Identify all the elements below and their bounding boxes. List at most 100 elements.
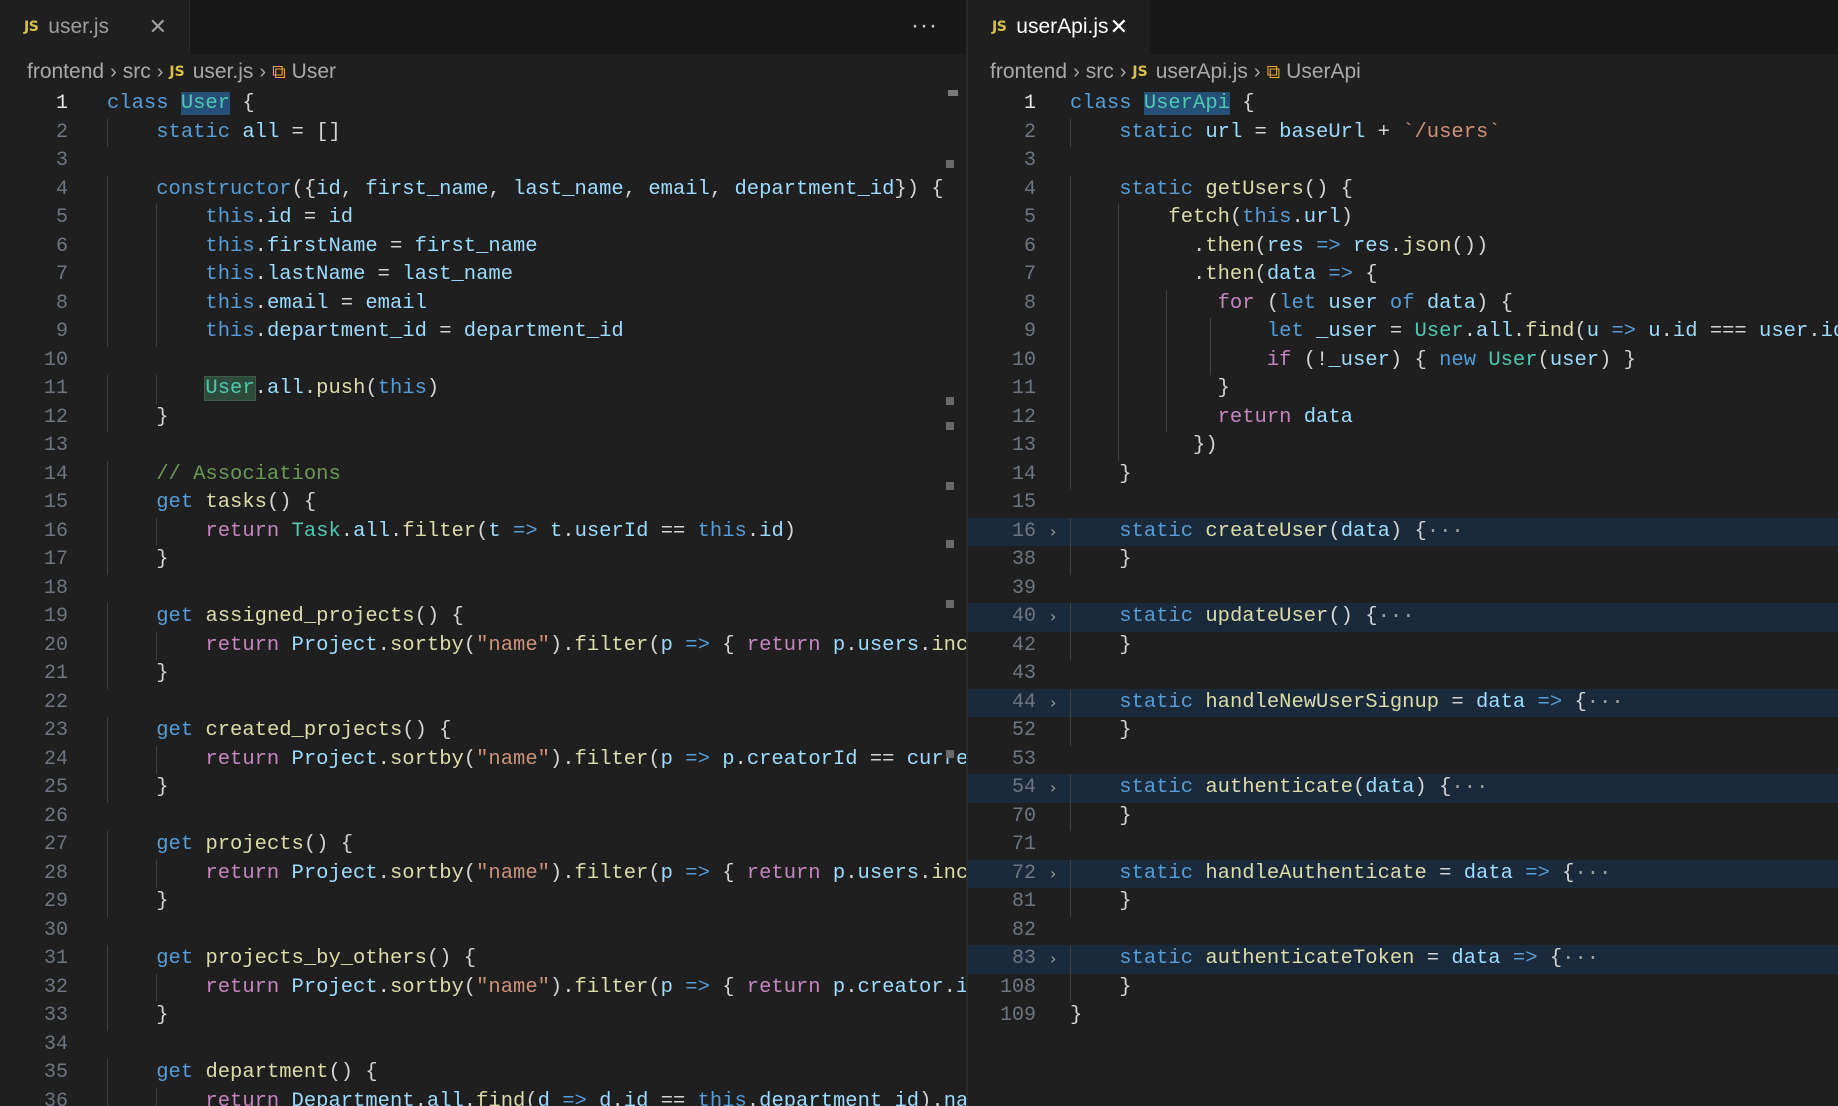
code-line[interactable]: 36 return Department.all.find(d => d.id … bbox=[0, 1087, 966, 1106]
code-editor[interactable]: 1 class User {2 static all = [] 3 4 constru… bbox=[0, 90, 966, 1106]
code-line[interactable]: 16 return Task.all.filter(t => t.userId … bbox=[0, 517, 966, 546]
breadcrumb-symbol[interactable]: User bbox=[292, 60, 336, 84]
code-line[interactable]: 26 bbox=[0, 803, 966, 832]
code-line[interactable]: 13 bbox=[0, 432, 966, 461]
code-line[interactable]: 4 constructor({id, first_name, last_name… bbox=[0, 175, 966, 204]
code-line[interactable]: 53 bbox=[968, 746, 1838, 775]
code-line[interactable]: 12 } bbox=[0, 403, 966, 432]
breadcrumb-folder[interactable]: frontend bbox=[990, 60, 1067, 84]
code-token: data bbox=[1303, 405, 1353, 429]
code-line[interactable]: 7 .then(data => { bbox=[968, 261, 1838, 290]
folded-ellipsis[interactable]: ··· bbox=[1574, 862, 1611, 885]
code-line[interactable]: 44 › static handleNewUserSignup = data =>… bbox=[968, 688, 1838, 718]
code-line[interactable]: 108 } bbox=[968, 973, 1838, 1002]
folded-ellipsis[interactable]: ··· bbox=[1378, 605, 1415, 628]
code-line[interactable]: 8 for (let user of data) { bbox=[968, 289, 1838, 318]
code-line[interactable]: 8 this.email = email bbox=[0, 289, 966, 318]
code-line[interactable]: 29 } bbox=[0, 888, 966, 917]
breadcrumb-file[interactable]: userApi.js bbox=[1156, 60, 1248, 84]
code-line[interactable]: 10 if (!_user) { new User(user) } bbox=[968, 346, 1838, 375]
folded-ellipsis[interactable]: ··· bbox=[1451, 776, 1488, 799]
code-line[interactable]: 12 return data bbox=[968, 403, 1838, 432]
code-line[interactable]: 6 .then(res => res.json()) bbox=[968, 232, 1838, 261]
code-line[interactable]: 9 this.department_id = department_id bbox=[0, 318, 966, 347]
code-line[interactable]: 34 bbox=[0, 1031, 966, 1060]
code-line[interactable]: 24 return Project.sortby("name").filter(… bbox=[0, 745, 966, 774]
chevron-right-icon[interactable]: › bbox=[1050, 689, 1056, 718]
code-line[interactable]: 21 } bbox=[0, 660, 966, 689]
code-line[interactable]: 14 // Associations bbox=[0, 460, 966, 489]
code-line[interactable]: 6 this.firstName = first_name bbox=[0, 232, 966, 261]
tab-user-js[interactable]: JS user.js ✕ bbox=[0, 0, 190, 54]
code-line[interactable]: 82 bbox=[968, 917, 1838, 946]
code-line[interactable]: 4 static getUsers() { bbox=[968, 175, 1838, 204]
code-line[interactable]: 31 get projects_by_others() { bbox=[0, 945, 966, 974]
code-line[interactable]: 43 bbox=[968, 660, 1838, 689]
code-line[interactable]: 52 } bbox=[968, 717, 1838, 746]
breadcrumb-folder[interactable]: frontend bbox=[27, 60, 104, 84]
code-line[interactable]: 70 } bbox=[968, 802, 1838, 831]
breadcrumb-file[interactable]: user.js bbox=[193, 60, 254, 84]
code-line[interactable]: 10 bbox=[0, 347, 966, 376]
code-line[interactable]: 72 › static handleAuthenticate = data => … bbox=[968, 859, 1838, 889]
code-line[interactable]: 38 } bbox=[968, 546, 1838, 575]
code-line[interactable]: 15 get tasks() { bbox=[0, 489, 966, 518]
code-line[interactable]: 109} bbox=[968, 1002, 1838, 1031]
code-line[interactable]: 7 this.lastName = last_name bbox=[0, 261, 966, 290]
code-line[interactable]: 28 return Project.sortby("name").filter(… bbox=[0, 859, 966, 888]
code-line[interactable]: 5 this.id = id bbox=[0, 204, 966, 233]
code-line[interactable]: 32 return Project.sortby("name").filter(… bbox=[0, 973, 966, 1002]
code-line[interactable]: 18 bbox=[0, 575, 966, 604]
code-line[interactable]: 30 bbox=[0, 917, 966, 946]
code-line[interactable]: 35 get department() { bbox=[0, 1059, 966, 1088]
code-line[interactable]: 1 class User { bbox=[0, 90, 966, 119]
code-line[interactable]: 39 bbox=[968, 575, 1838, 604]
code-line[interactable]: 81 } bbox=[968, 888, 1838, 917]
code-line[interactable]: 1 class UserApi { bbox=[968, 90, 1838, 119]
chevron-right-icon[interactable]: › bbox=[1050, 860, 1056, 889]
code-line[interactable]: 27 get projects() { bbox=[0, 831, 966, 860]
code-line[interactable]: 23 get created_projects() { bbox=[0, 717, 966, 746]
chevron-right-icon[interactable]: › bbox=[1050, 774, 1056, 803]
code-line[interactable]: 2 static all = [] bbox=[0, 118, 966, 147]
breadcrumb-symbol[interactable]: UserApi bbox=[1286, 60, 1361, 84]
chevron-right-icon[interactable]: › bbox=[1050, 603, 1056, 632]
code-line[interactable]: 3 bbox=[0, 147, 966, 176]
code-line[interactable]: 42 } bbox=[968, 631, 1838, 660]
folded-ellipsis[interactable]: ··· bbox=[1427, 520, 1464, 543]
code-line[interactable]: 11 User.all.push(this) bbox=[0, 375, 966, 404]
code-line[interactable]: 40 › static updateUser() {··· bbox=[968, 603, 1838, 632]
code-line[interactable]: 15 bbox=[968, 489, 1838, 518]
code-line[interactable]: 33 } bbox=[0, 1002, 966, 1031]
close-icon[interactable]: ✕ bbox=[1110, 16, 1128, 38]
close-icon[interactable]: ✕ bbox=[149, 16, 167, 38]
code-editor[interactable]: 1 class UserApi {2 static url = baseUrl +… bbox=[968, 90, 1838, 1106]
code-line[interactable]: 71 bbox=[968, 831, 1838, 860]
code-line[interactable]: 11 } bbox=[968, 375, 1838, 404]
code-line[interactable]: 5 fetch(this.url) bbox=[968, 204, 1838, 233]
code-line[interactable]: 19 get assigned_projects() { bbox=[0, 603, 966, 632]
code-line[interactable]: 13 }) bbox=[968, 432, 1838, 461]
tab-userapi-js[interactable]: JS userApi.js ✕ bbox=[968, 0, 1150, 54]
folded-ellipsis[interactable]: ··· bbox=[1587, 691, 1624, 714]
more-actions-button[interactable]: ··· bbox=[911, 12, 938, 40]
code-line[interactable]: 22 bbox=[0, 689, 966, 718]
code-line[interactable]: 17 } bbox=[0, 546, 966, 575]
code-line[interactable]: 25 } bbox=[0, 774, 966, 803]
code-text: static handleNewUserSignup = data => {··… bbox=[1070, 689, 1624, 718]
code-line[interactable]: 3 bbox=[968, 147, 1838, 176]
code-line[interactable]: 9 let _user = User.all.find(u => u.id ==… bbox=[968, 318, 1838, 347]
chevron-right-icon[interactable]: › bbox=[1050, 945, 1056, 974]
breadcrumb-folder[interactable]: src bbox=[1086, 60, 1114, 84]
code-line[interactable]: 16 › static createUser(data) {··· bbox=[968, 517, 1838, 547]
folded-ellipsis[interactable]: ··· bbox=[1562, 947, 1599, 970]
scrollbar-thumb[interactable] bbox=[948, 90, 958, 96]
breadcrumb-folder[interactable]: src bbox=[123, 60, 151, 84]
code-line[interactable]: 54 › static authenticate(data) {··· bbox=[968, 774, 1838, 803]
code-line[interactable]: 83 › static authenticateToken = data => {… bbox=[968, 945, 1838, 974]
code-line[interactable]: 20 return Project.sortby("name").filter(… bbox=[0, 631, 966, 660]
code-line[interactable]: 14 } bbox=[968, 460, 1838, 489]
chevron-right-icon[interactable]: › bbox=[1050, 518, 1056, 547]
code-line[interactable]: 2 static url = baseUrl + `/users` bbox=[968, 118, 1838, 147]
